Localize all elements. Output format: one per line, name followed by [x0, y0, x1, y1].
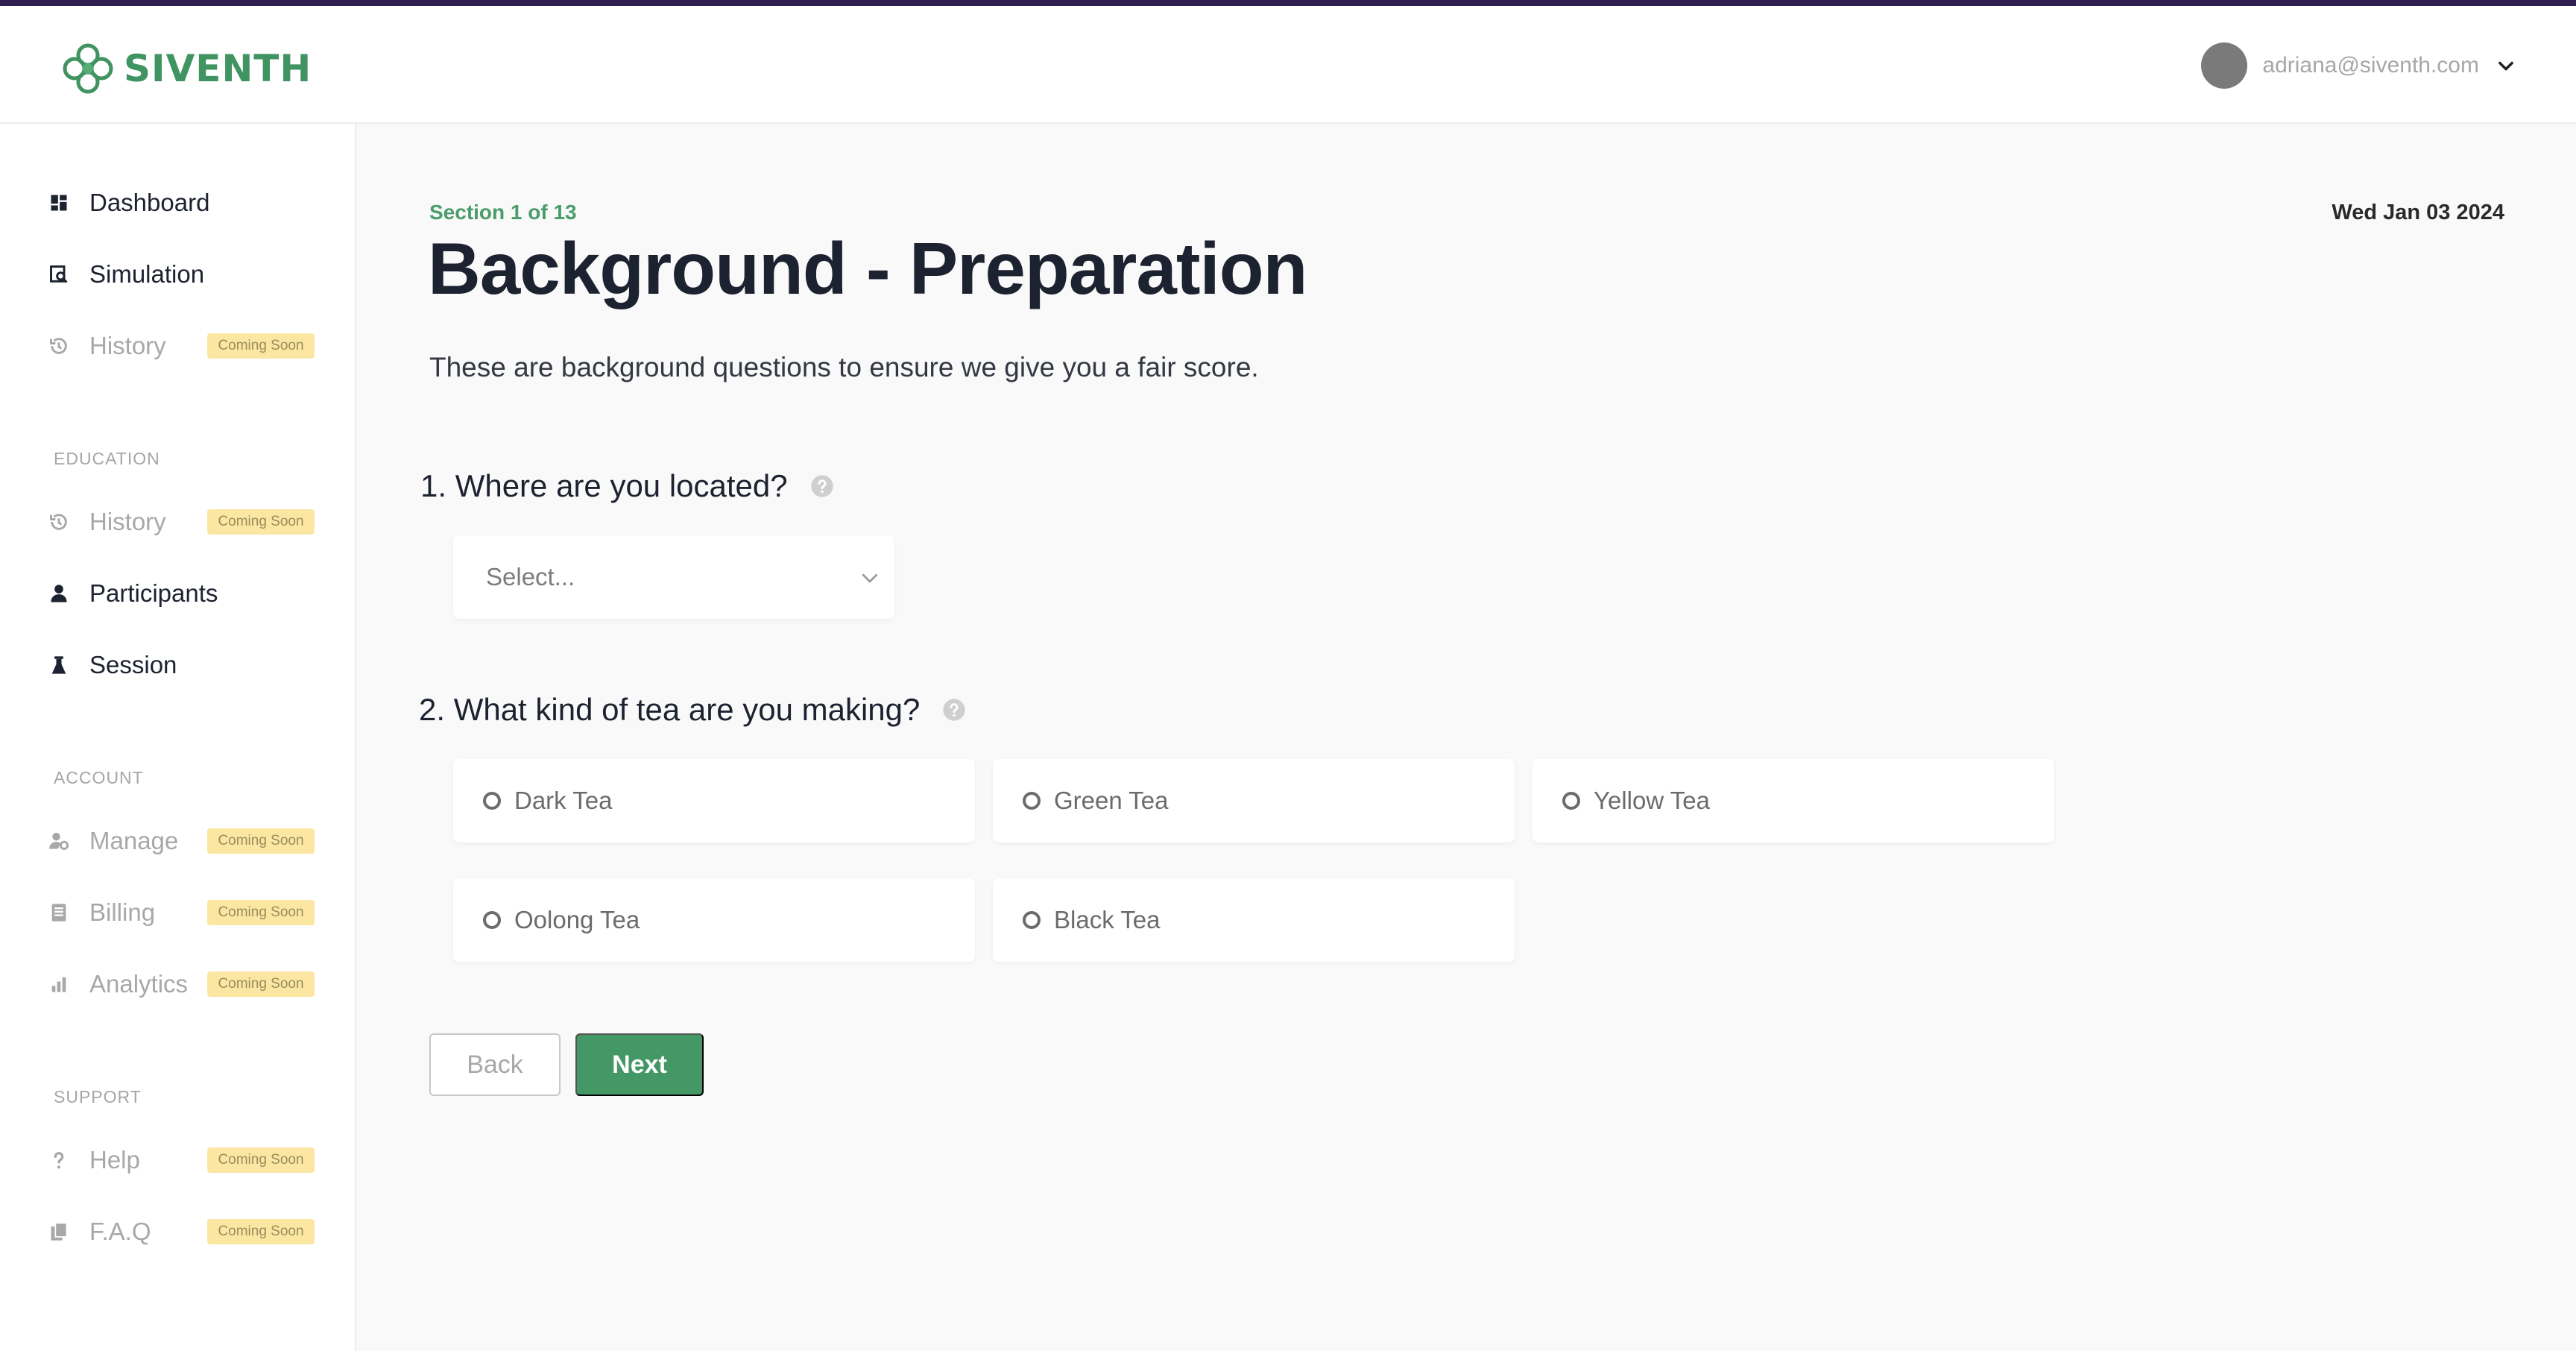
sidebar-item-label: Billing — [89, 898, 156, 926]
chevron-down-icon[interactable] — [2496, 55, 2516, 76]
radio-button[interactable] — [1562, 792, 1580, 810]
question-text: 1. Where are you located? — [420, 468, 788, 503]
help-circle-icon[interactable] — [810, 474, 834, 498]
sidebar-item-faq[interactable]: F.A.Q Coming Soon — [45, 1209, 315, 1254]
select-placeholder: Select... — [486, 563, 575, 591]
option-label: Oolong Tea — [514, 906, 640, 933]
help-circle-icon[interactable] — [942, 698, 966, 722]
person-icon — [45, 579, 73, 608]
history-icon — [45, 332, 73, 360]
radio-option-black-tea[interactable]: Black Tea — [993, 878, 1515, 962]
bar-chart-icon — [45, 970, 73, 998]
section-progress: Section 1 of 13 — [429, 201, 577, 224]
history-icon — [45, 508, 73, 536]
sidebar: Dashboard Simulation History Coming Soon… — [0, 124, 356, 1351]
option-label: Green Tea — [1054, 787, 1169, 814]
sidebar-item-label: Analytics — [89, 970, 189, 998]
page-subtitle: These are background questions to ensure… — [429, 352, 1259, 382]
sidebar-section-education: EDUCATION — [54, 449, 160, 468]
sidebar-item-label: Participants — [89, 579, 218, 607]
option-label: Black Tea — [1054, 906, 1161, 933]
coming-soon-badge: Coming Soon — [207, 971, 315, 997]
dashboard-icon — [45, 189, 73, 217]
sidebar-item-label: F.A.Q — [89, 1218, 151, 1245]
sidebar-item-manage[interactable]: Manage Coming Soon — [45, 819, 315, 863]
sidebar-item-label: History — [89, 332, 166, 359]
logo[interactable]: SIVENTH — [60, 40, 312, 97]
chevron-down-icon — [862, 573, 878, 583]
next-button[interactable]: Next — [575, 1033, 704, 1096]
main-content: Section 1 of 13 Wed Jan 03 2024 Backgrou… — [356, 124, 2576, 1351]
question-text: 2. What kind of tea are you making? — [419, 692, 921, 727]
coming-soon-badge: Coming Soon — [207, 1147, 315, 1173]
sidebar-item-label: Dashboard — [89, 189, 210, 216]
option-label: Dark Tea — [514, 787, 613, 814]
sidebar-item-label: History — [89, 508, 166, 535]
current-date: Wed Jan 03 2024 — [2332, 201, 2504, 224]
top-accent-stripe — [0, 0, 2576, 6]
sidebar-item-simulation[interactable]: Simulation — [45, 252, 204, 297]
docs-icon — [45, 1218, 73, 1246]
flask-icon — [45, 651, 73, 679]
radio-option-yellow-tea[interactable]: Yellow Tea — [1532, 759, 2054, 843]
avatar[interactable] — [2201, 42, 2248, 89]
sidebar-item-label: Help — [89, 1146, 140, 1174]
sidebar-item-label: Manage — [89, 827, 179, 854]
radio-option-green-tea[interactable]: Green Tea — [993, 759, 1515, 843]
sidebar-item-dashboard[interactable]: Dashboard — [45, 180, 209, 225]
sidebar-item-analytics[interactable]: Analytics Coming Soon — [45, 962, 315, 1007]
user-menu[interactable]: adriana@siventh.com — [2201, 42, 2516, 89]
question-location: 1. Where are you located? — [420, 468, 834, 504]
radio-button[interactable] — [1023, 792, 1041, 810]
simulation-icon — [45, 260, 73, 289]
sidebar-item-label: Session — [89, 651, 177, 678]
coming-soon-badge: Coming Soon — [207, 509, 315, 535]
manage-user-icon — [45, 827, 73, 855]
question-icon — [45, 1146, 73, 1174]
radio-option-oolong-tea[interactable]: Oolong Tea — [453, 878, 975, 962]
page-title: Background - Preparation — [428, 227, 1307, 309]
sidebar-item-education-history[interactable]: History Coming Soon — [45, 500, 315, 544]
location-select[interactable]: Select... — [453, 535, 894, 619]
top-header: SIVENTH adriana@siventh.com — [0, 6, 2576, 124]
user-email: adriana@siventh.com — [2262, 53, 2479, 78]
radio-button[interactable] — [1023, 911, 1041, 929]
coming-soon-badge: Coming Soon — [207, 900, 315, 925]
celtic-knot-logo-icon — [63, 43, 113, 94]
coming-soon-badge: Coming Soon — [207, 828, 315, 854]
billing-icon — [45, 898, 73, 927]
back-button[interactable]: Back — [429, 1033, 561, 1096]
question-tea-type: 2. What kind of tea are you making? — [419, 692, 966, 728]
radio-button[interactable] — [483, 911, 501, 929]
sidebar-item-label: Simulation — [89, 260, 205, 288]
radio-button[interactable] — [483, 792, 501, 810]
sidebar-item-help[interactable]: Help Coming Soon — [45, 1138, 315, 1182]
radio-option-dark-tea[interactable]: Dark Tea — [453, 759, 975, 843]
coming-soon-badge: Coming Soon — [207, 333, 315, 359]
option-label: Yellow Tea — [1594, 787, 1710, 814]
sidebar-section-account: ACCOUNT — [54, 768, 144, 787]
logo-text: SIVENTH — [124, 47, 312, 90]
sidebar-item-participants[interactable]: Participants — [45, 571, 218, 616]
sidebar-item-history[interactable]: History Coming Soon — [45, 324, 315, 368]
sidebar-section-support: SUPPORT — [54, 1087, 142, 1106]
sidebar-item-billing[interactable]: Billing Coming Soon — [45, 890, 315, 935]
coming-soon-badge: Coming Soon — [207, 1219, 315, 1244]
sidebar-item-session[interactable]: Session — [45, 643, 177, 687]
